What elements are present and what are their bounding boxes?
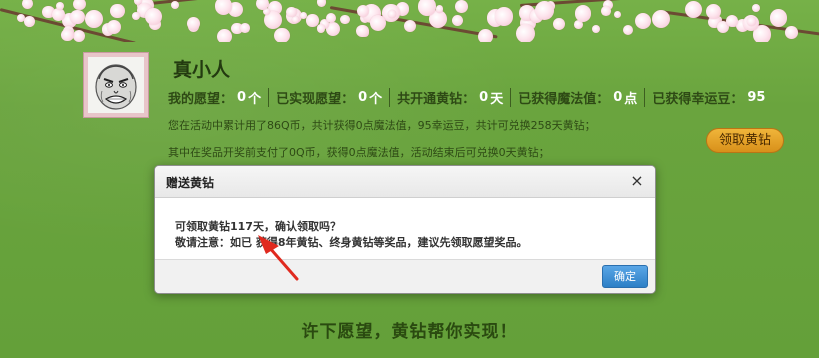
- blossom-petal: [274, 27, 291, 42]
- stat-unit: 个: [369, 91, 383, 107]
- blossom-petal: [622, 25, 633, 36]
- dialog-header: 赠送黄钻 ×: [155, 166, 655, 198]
- stat-value: 0: [479, 89, 489, 105]
- blossom-petal: [23, 16, 35, 28]
- blossom-petal: [340, 14, 350, 24]
- stat-yellow-diamond-days: 共开通黄钻： 0 天: [389, 87, 510, 107]
- confirm-button[interactable]: 确定: [602, 265, 648, 288]
- blossom-petal: [85, 9, 103, 28]
- stat-label: 已获得幸运豆：: [652, 91, 744, 107]
- avatar[interactable]: [88, 57, 144, 113]
- blossom-petal: [455, 0, 469, 13]
- dialog-body: 可领取黄钻117天，确认领取吗？ 敬请注意：如已 获得8年黄钻、终身黄钻等奖品，…: [155, 198, 655, 260]
- footer-slogan: 许下愿望，黄钻帮你实现！: [301, 322, 518, 342]
- username: 真小人: [173, 59, 234, 81]
- dialog-notice: 敬请注意：如已 获得8年黄钻、终身黄钻等奖品，建议先领取愿望奖品。: [175, 236, 528, 249]
- avatar-frame: [83, 52, 149, 118]
- blossom-petal: [614, 11, 622, 19]
- stat-unit: 个: [248, 91, 262, 107]
- blossom-petal: [72, 29, 85, 42]
- close-icon[interactable]: ×: [629, 172, 645, 190]
- stat-label: 已获得魔法值：: [518, 91, 610, 107]
- blossom-petal: [70, 9, 85, 25]
- blossom-petal: [132, 12, 141, 21]
- stat-lucky-beans: 已获得幸运豆： 95: [644, 87, 774, 107]
- blossom-petal: [73, 0, 86, 11]
- blossom-petal: [435, 5, 444, 13]
- blossom-petal: [706, 3, 722, 19]
- blossom-petal: [216, 28, 233, 42]
- blossom-petal: [494, 7, 514, 26]
- stat-fulfilled-wishes: 已实现愿望： 0 个: [268, 87, 389, 107]
- blossom-petal: [515, 24, 535, 42]
- blossom-petal: [752, 4, 761, 13]
- dialog-title: 赠送黄钻: [166, 176, 215, 190]
- claim-yellow-diamond-button[interactable]: 领取黄钻: [706, 128, 784, 153]
- blossom-petal: [55, 2, 64, 11]
- blossom-petal: [370, 14, 387, 31]
- dialog-footer: 确定: [155, 259, 655, 293]
- blossom-petal: [477, 28, 494, 42]
- stat-unit: 天: [490, 91, 504, 107]
- stats-row: 我的愿望： 0 个 已实现愿望： 0 个 共开通黄钻： 0 天 已获得魔法值： …: [168, 87, 774, 107]
- meme-face-icon: [88, 57, 144, 113]
- blossom-petal: [769, 8, 788, 27]
- blossom-petal: [286, 6, 297, 18]
- blossom-petal: [600, 6, 611, 17]
- stat-label: 我的愿望：: [168, 91, 234, 107]
- blossom-petal: [316, 24, 326, 33]
- stat-value: 95: [747, 89, 766, 105]
- stat-unit: 点: [624, 91, 638, 107]
- blossom-petal: [61, 29, 74, 42]
- activity-summary-line: 您在活动中累计用了86Q币，共计获得0点魔法值，95幸运豆，共计可兑换258天黄…: [168, 119, 596, 132]
- gift-dialog: 赠送黄钻 × 可领取黄钻117天，确认领取吗？ 敬请注意：如已 获得8年黄钻、终…: [154, 165, 656, 294]
- stat-value: 0: [358, 89, 368, 105]
- blossom-petal: [591, 24, 601, 34]
- blossom-petal: [404, 19, 417, 32]
- blossom-banner: [0, 0, 819, 42]
- prepaid-summary-line: 其中在奖品开奖前支付了0Q币，获得0点魔法值，活动结束后可兑换0天黄钻；: [168, 146, 550, 159]
- dialog-message: 可领取黄钻117天，确认领取吗？: [175, 220, 341, 233]
- stat-label: 共开通黄钻：: [397, 91, 476, 107]
- blossom-petal: [240, 22, 251, 33]
- blossom-petal: [22, 0, 34, 10]
- blossom-petal: [785, 26, 798, 39]
- stat-value: 0: [237, 89, 247, 105]
- blossom-petal: [110, 3, 126, 19]
- blossom-petal: [52, 8, 65, 21]
- blossom-petal: [316, 0, 327, 7]
- stat-label: 已实现愿望：: [276, 91, 355, 107]
- blossom-petal: [651, 10, 671, 29]
- blossom-petal: [574, 5, 592, 22]
- blossom-petal: [186, 17, 200, 31]
- blossom-petal: [107, 20, 122, 35]
- blossom-petal: [534, 1, 554, 21]
- stat-magic-points: 已获得魔法值： 0 点: [510, 87, 644, 107]
- blossom-petal: [451, 15, 463, 27]
- stat-value: 0: [613, 89, 623, 105]
- blossom-petal: [170, 0, 179, 9]
- blossom-petal: [635, 13, 652, 30]
- stat-my-wishes: 我的愿望： 0 个: [168, 88, 268, 107]
- blossom-petal: [684, 0, 702, 18]
- blossom-petal: [552, 17, 565, 30]
- blossom-petal: [144, 7, 162, 25]
